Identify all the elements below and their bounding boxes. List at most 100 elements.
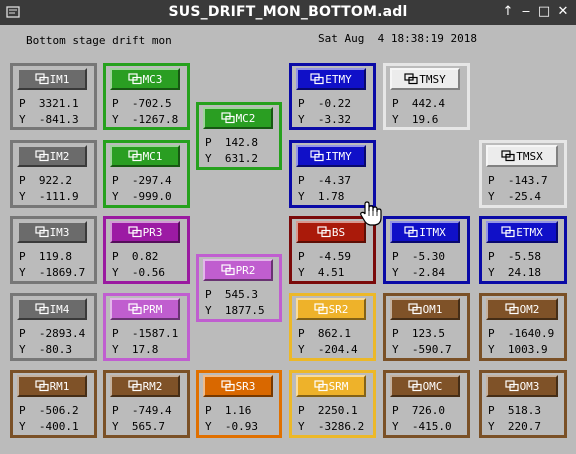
im2-button[interactable]: IM2 [17, 145, 87, 167]
button-label: SRM [328, 379, 349, 393]
panel-mc2: MC2 P 142.8 Y 631.2 [196, 102, 282, 170]
yaw-readout: Y -80.3 [19, 343, 72, 356]
panel-pr3: PR3 P 0.82 Y -0.56 [103, 216, 190, 284]
pitch-readout: P -5.30 [392, 250, 445, 263]
itmy-button[interactable]: ITMY [296, 145, 366, 167]
window-link-icon [34, 150, 49, 162]
rm1-button[interactable]: RM1 [17, 375, 87, 397]
panel-im2: IM2 P 922.2 Y -111.9 [10, 140, 97, 208]
mc3-button[interactable]: MC3 [110, 68, 180, 90]
panel-rm2: RM2 P -749.4 Y 565.7 [103, 370, 190, 438]
hand-cursor-icon [360, 201, 382, 226]
button-label: SR3 [235, 379, 256, 393]
yaw-readout: Y 4.51 [298, 266, 345, 279]
window-link-icon [34, 303, 49, 315]
shade-icon[interactable]: ↑ [500, 4, 516, 20]
panel-pr2: PR2 P 545.3 Y 1877.5 [196, 254, 282, 322]
yaw-readout: Y -590.7 [392, 343, 452, 356]
yaw-readout: Y 1003.9 [488, 343, 548, 356]
sr2-button[interactable]: SR2 [296, 298, 366, 320]
im1-button[interactable]: IM1 [17, 68, 87, 90]
tmsy-button[interactable]: TMSY [390, 68, 460, 90]
etmx-button[interactable]: ETMX [486, 221, 558, 243]
pitch-readout: P 518.3 [488, 404, 541, 417]
pitch-readout: P -4.37 [298, 174, 351, 187]
yaw-readout: Y 17.8 [112, 343, 159, 356]
window-link-icon [504, 303, 519, 315]
mc2-button[interactable]: MC2 [203, 107, 273, 129]
window-link-icon [501, 150, 515, 162]
mc1-button[interactable]: MC1 [110, 145, 180, 167]
etmy-button[interactable]: ETMY [296, 68, 366, 90]
pr2-button[interactable]: PR2 [203, 259, 273, 281]
pitch-readout: P -702.5 [112, 97, 172, 110]
window-link-icon [313, 303, 328, 315]
window-link-icon [127, 150, 142, 162]
window-link-icon [127, 73, 142, 85]
window-link-icon [310, 73, 324, 85]
om2-button[interactable]: OM2 [486, 298, 558, 320]
maximize-icon[interactable]: □ [536, 4, 552, 20]
button-label: IM3 [49, 225, 70, 239]
om3-button[interactable]: OM3 [486, 375, 558, 397]
pitch-readout: P 1.16 [205, 404, 252, 417]
button-label: TMSX [516, 149, 543, 163]
yaw-readout: Y -3286.2 [298, 420, 365, 433]
yaw-readout: Y -1869.7 [19, 266, 86, 279]
itmx-button[interactable]: ITMX [390, 221, 460, 243]
panel-prm: PRM P -1587.1 Y 17.8 [103, 293, 190, 361]
srm-button[interactable]: SRM [296, 375, 366, 397]
button-label: MC1 [142, 149, 163, 163]
button-label: PRM [142, 302, 163, 316]
button-label: OM3 [519, 379, 540, 393]
yaw-readout: Y 1877.5 [205, 304, 265, 317]
window-link-icon [220, 380, 235, 392]
yaw-readout: Y 631.2 [205, 152, 258, 165]
omc-button[interactable]: OMC [390, 375, 460, 397]
pitch-readout: P -5.58 [488, 250, 541, 263]
panel-sr2: SR2 P 862.1 Y -204.4 [289, 293, 376, 361]
window-link-icon [127, 380, 142, 392]
yaw-readout: Y -0.93 [205, 420, 258, 433]
button-label: PR3 [142, 225, 163, 239]
window-link-icon [313, 380, 328, 392]
yaw-readout: Y -400.1 [19, 420, 79, 433]
pitch-readout: P -749.4 [112, 404, 172, 417]
panel-itmx: ITMX P -5.30 Y -2.84 [383, 216, 470, 284]
yaw-readout: Y 565.7 [112, 420, 165, 433]
im3-button[interactable]: IM3 [17, 221, 87, 243]
yaw-readout: Y 19.6 [392, 113, 439, 126]
button-label: TMSY [419, 72, 446, 86]
pitch-readout: P 922.2 [19, 174, 72, 187]
im4-button[interactable]: IM4 [17, 298, 87, 320]
yaw-readout: Y -111.9 [19, 190, 79, 203]
sr3-button[interactable]: SR3 [203, 375, 273, 397]
bs-button[interactable]: BS [296, 221, 366, 243]
window-link-icon [317, 226, 331, 238]
yaw-readout: Y -3.32 [298, 113, 351, 126]
window-link-icon [404, 226, 418, 238]
pitch-readout: P -297.4 [112, 174, 172, 187]
om1-button[interactable]: OM1 [390, 298, 460, 320]
tmsx-button[interactable]: TMSX [486, 145, 558, 167]
window-link-icon [220, 112, 235, 124]
pitch-readout: P -1587.1 [112, 327, 179, 340]
window-link-icon [404, 73, 418, 85]
window-link-icon [127, 226, 142, 238]
button-label: OMC [422, 379, 443, 393]
button-label: RM2 [142, 379, 163, 393]
button-label: BS [331, 225, 346, 239]
yaw-readout: Y -2.84 [392, 266, 445, 279]
datetime-readout: Sat Aug 4 18:38:19 2018 [318, 32, 477, 45]
minimize-icon[interactable]: ‒ [518, 4, 534, 20]
pitch-readout: P -2893.4 [19, 327, 86, 340]
panel-tmsy: TMSY P 442.4 Y 19.6 [383, 63, 470, 130]
pr3-button[interactable]: PR3 [110, 221, 180, 243]
prm-button[interactable]: PRM [110, 298, 180, 320]
rm2-button[interactable]: RM2 [110, 375, 180, 397]
window-link-icon [127, 303, 142, 315]
panel-rm1: RM1 P -506.2 Y -400.1 [10, 370, 97, 438]
yaw-readout: Y -841.3 [19, 113, 79, 126]
yaw-readout: Y -1267.8 [112, 113, 179, 126]
close-icon[interactable]: ✕ [555, 4, 571, 20]
